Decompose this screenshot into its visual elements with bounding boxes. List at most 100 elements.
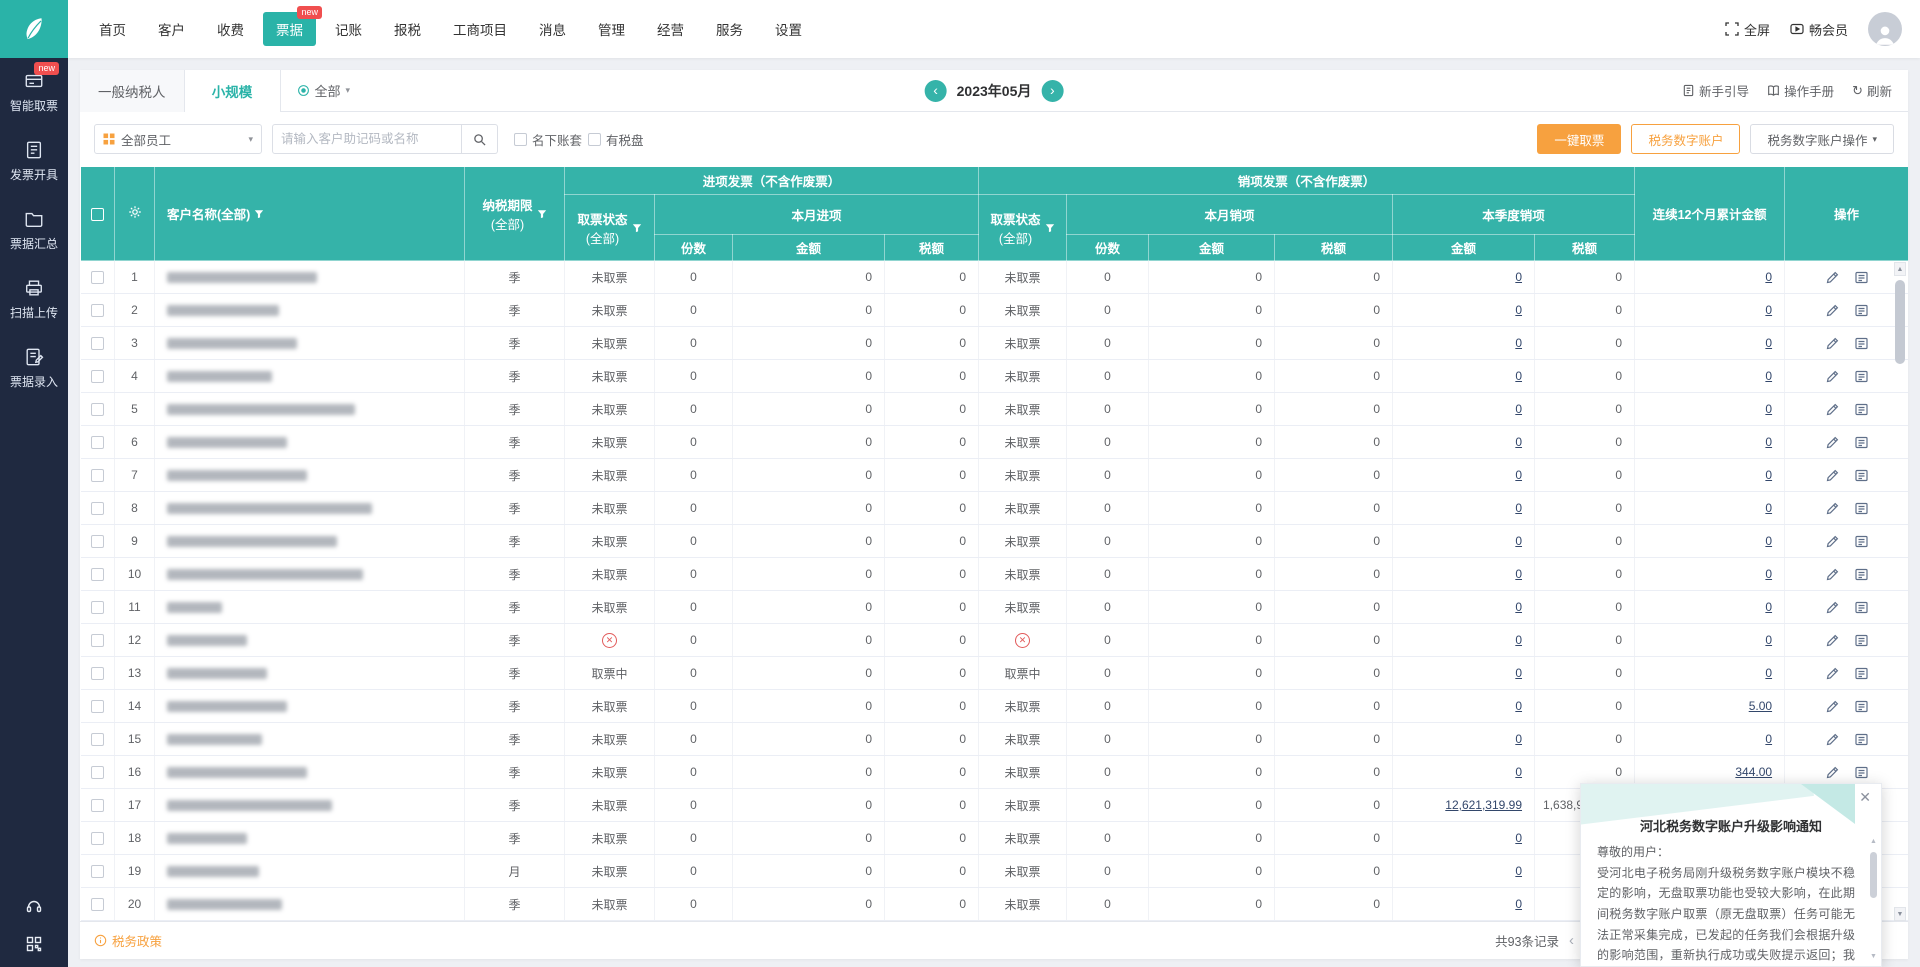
- twelve-month-link[interactable]: 0: [1765, 336, 1772, 350]
- row-checkbox[interactable]: [90, 304, 104, 318]
- twelve-month-link[interactable]: 0: [1765, 501, 1772, 515]
- filter-icon[interactable]: [632, 223, 642, 233]
- tab-0[interactable]: 一般纳税人: [80, 69, 185, 112]
- quarter-amount-link[interactable]: 0: [1515, 765, 1522, 779]
- row-checkbox[interactable]: [90, 436, 104, 450]
- twelve-month-link[interactable]: 344.00: [1735, 765, 1772, 779]
- checkbox-box[interactable]: [514, 132, 527, 146]
- quarter-amount-link[interactable]: 0: [1515, 303, 1522, 317]
- receipt-icon[interactable]: [1854, 600, 1869, 615]
- scroll-down-icon[interactable]: ▼: [1868, 953, 1879, 960]
- twelve-month-link[interactable]: 0: [1765, 567, 1772, 581]
- quarter-amount-link[interactable]: 0: [1515, 435, 1522, 449]
- row-checkbox[interactable]: [90, 370, 104, 384]
- sidebar-item-1[interactable]: 发票开具: [0, 127, 68, 196]
- quarter-amount-link[interactable]: 0: [1515, 501, 1522, 515]
- receipt-icon[interactable]: [1854, 468, 1869, 483]
- prev-month-button[interactable]: ‹: [924, 79, 947, 102]
- twelve-month-link[interactable]: 0: [1765, 435, 1772, 449]
- help-link-2[interactable]: ↻ 刷新: [1852, 81, 1892, 100]
- table-scrollbar[interactable]: ▲ ▼: [1894, 262, 1906, 921]
- receipt-icon[interactable]: [1854, 435, 1869, 450]
- quarter-amount-link[interactable]: 12,621,319.99: [1445, 798, 1522, 812]
- nav-item-7[interactable]: 消息: [526, 12, 579, 46]
- employee-select[interactable]: 全部员工 ▾: [94, 124, 262, 154]
- receipt-icon[interactable]: [1854, 666, 1869, 681]
- app-logo[interactable]: [0, 0, 68, 58]
- row-checkbox[interactable]: [90, 271, 104, 285]
- edit-icon[interactable]: [1825, 567, 1840, 582]
- nav-item-5[interactable]: 报税: [381, 12, 434, 46]
- twelve-month-link[interactable]: 0: [1765, 402, 1772, 416]
- quarter-amount-link[interactable]: 0: [1515, 633, 1522, 647]
- sidebar-item-4[interactable]: 票据录入: [0, 334, 68, 403]
- quarter-amount-link[interactable]: 0: [1515, 699, 1522, 713]
- quarter-amount-link[interactable]: 0: [1515, 831, 1522, 845]
- tab-1[interactable]: 小规模: [184, 69, 281, 112]
- twelve-month-link[interactable]: 0: [1765, 270, 1772, 284]
- quarter-amount-link[interactable]: 0: [1515, 534, 1522, 548]
- scroll-thumb[interactable]: [1895, 280, 1905, 364]
- quarter-amount-link[interactable]: 0: [1515, 336, 1522, 350]
- receipt-icon[interactable]: [1854, 270, 1869, 285]
- edit-icon[interactable]: [1825, 600, 1840, 615]
- twelve-month-link[interactable]: 0: [1765, 369, 1772, 383]
- row-checkbox[interactable]: [90, 865, 104, 879]
- receipt-icon[interactable]: [1854, 336, 1869, 351]
- scroll-up-icon[interactable]: ▲: [1868, 838, 1879, 845]
- twelve-month-link[interactable]: 0: [1765, 468, 1772, 482]
- filter-icon[interactable]: [537, 209, 547, 219]
- edit-icon[interactable]: [1825, 402, 1840, 417]
- edit-icon[interactable]: [1825, 435, 1840, 450]
- twelve-month-link[interactable]: 5.00: [1749, 699, 1772, 713]
- twelve-month-link[interactable]: 0: [1765, 732, 1772, 746]
- row-checkbox[interactable]: [90, 766, 104, 780]
- scope-dropdown[interactable]: 全部 ▾: [297, 81, 350, 100]
- close-icon[interactable]: ✕: [1859, 789, 1871, 806]
- row-checkbox[interactable]: [90, 634, 104, 648]
- search-input[interactable]: [272, 124, 462, 154]
- prev-page-icon[interactable]: ‹: [1569, 932, 1574, 949]
- help-link-1[interactable]: 操作手册: [1767, 81, 1834, 100]
- avatar[interactable]: [1868, 12, 1902, 46]
- row-checkbox[interactable]: [90, 832, 104, 846]
- quarter-amount-link[interactable]: 0: [1515, 369, 1522, 383]
- nav-item-0[interactable]: 首页: [86, 12, 139, 46]
- edit-icon[interactable]: [1825, 336, 1840, 351]
- notice-scrollbar[interactable]: ▲ ▼: [1868, 838, 1879, 960]
- select-all-checkbox[interactable]: [91, 207, 104, 221]
- quarter-amount-link[interactable]: 0: [1515, 402, 1522, 416]
- receipt-icon[interactable]: [1854, 732, 1869, 747]
- twelve-month-link[interactable]: 0: [1765, 600, 1772, 614]
- edit-icon[interactable]: [1825, 501, 1840, 516]
- row-checkbox[interactable]: [90, 733, 104, 747]
- scroll-down-icon[interactable]: ▼: [1894, 907, 1906, 921]
- nav-item-6[interactable]: 工商项目: [440, 12, 520, 46]
- nav-item-9[interactable]: 经营: [644, 12, 697, 46]
- action-button-0[interactable]: 一键取票: [1537, 124, 1622, 154]
- edit-icon[interactable]: [1825, 303, 1840, 318]
- edit-icon[interactable]: [1825, 633, 1840, 648]
- fullscreen-button[interactable]: 全屏: [1725, 20, 1770, 39]
- headset-icon[interactable]: [25, 897, 43, 915]
- receipt-icon[interactable]: [1854, 402, 1869, 417]
- nav-item-8[interactable]: 管理: [585, 12, 638, 46]
- receipt-icon[interactable]: [1854, 369, 1869, 384]
- row-checkbox[interactable]: [90, 667, 104, 681]
- edit-icon[interactable]: [1825, 270, 1840, 285]
- nav-item-1[interactable]: 客户: [145, 12, 198, 46]
- twelve-month-link[interactable]: 0: [1765, 534, 1772, 548]
- receipt-icon[interactable]: [1854, 534, 1869, 549]
- twelve-month-link[interactable]: 0: [1765, 303, 1772, 317]
- action-button-2[interactable]: 税务数字账户操作 ▾: [1750, 124, 1894, 154]
- receipt-icon[interactable]: [1854, 765, 1869, 780]
- receipt-icon[interactable]: [1854, 699, 1869, 714]
- next-month-button[interactable]: ›: [1041, 79, 1064, 102]
- help-link-0[interactable]: 新手引导: [1682, 81, 1749, 100]
- row-checkbox[interactable]: [90, 898, 104, 912]
- edit-icon[interactable]: [1825, 534, 1840, 549]
- scroll-up-icon[interactable]: ▲: [1894, 262, 1906, 276]
- filter-icon[interactable]: [1045, 223, 1055, 233]
- nav-item-3[interactable]: 票据 new: [263, 6, 322, 46]
- member-button[interactable]: 畅会员: [1790, 20, 1848, 39]
